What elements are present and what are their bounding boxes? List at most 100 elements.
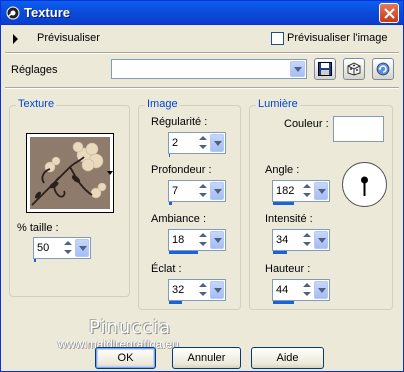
number-input[interactable]: 7 (168, 180, 226, 202)
spinner[interactable] (197, 231, 209, 249)
value-slider-fill (273, 301, 294, 304)
ok-button[interactable]: OK (95, 347, 156, 369)
angle-needle-icon (361, 176, 368, 196)
field-label: Régularité : (151, 116, 208, 128)
spin-up-icon[interactable] (62, 239, 74, 248)
spin-down-icon[interactable] (301, 240, 313, 249)
close-icon (384, 8, 395, 19)
light-group-title: Lumière (256, 98, 300, 110)
save-preset-button[interactable] (314, 58, 336, 80)
value-slider[interactable] (273, 301, 315, 304)
spin-down-icon[interactable] (301, 191, 313, 200)
angle-dial[interactable] (342, 162, 387, 207)
spin-down-icon[interactable] (197, 143, 209, 152)
chevron-down-icon[interactable] (314, 281, 328, 299)
chevron-down-icon[interactable] (210, 134, 224, 152)
spin-down-icon[interactable] (197, 240, 209, 249)
expand-arrow-icon[interactable] (13, 34, 18, 44)
light-color-swatch[interactable] (333, 116, 384, 142)
spinner[interactable] (197, 281, 209, 299)
number-value: 18 (172, 234, 185, 246)
value-slider[interactable] (169, 154, 211, 157)
spinner[interactable] (301, 182, 313, 200)
number-input[interactable]: 44 (272, 279, 330, 301)
number-input[interactable]: 2 (168, 132, 226, 154)
spinner[interactable] (197, 134, 209, 152)
spin-up-icon[interactable] (197, 182, 209, 191)
chevron-down-icon[interactable] (210, 182, 224, 200)
window-title: Texture (24, 5, 70, 20)
reset-button[interactable] (372, 58, 394, 80)
value-slider-fill (169, 154, 170, 157)
size-slider[interactable] (34, 259, 76, 262)
number-input[interactable]: 32 (168, 279, 226, 301)
spin-down-icon[interactable] (197, 290, 209, 299)
size-slider-fill (34, 259, 37, 262)
chevron-down-icon[interactable] (210, 231, 224, 249)
randomize-button[interactable] (343, 58, 365, 80)
number-value: 2 (172, 137, 179, 149)
value-slider-fill (169, 301, 182, 304)
preview-row: Prévisualiser Prévisualiser l'image (1, 26, 403, 52)
value-slider[interactable] (169, 301, 211, 304)
spinner[interactable] (301, 231, 313, 249)
texture-thumbnail[interactable] (26, 133, 114, 213)
number-value: 34 (276, 234, 289, 246)
spinner[interactable] (301, 281, 313, 299)
size-input[interactable]: 50 (33, 237, 91, 259)
value-slider-fill (169, 251, 199, 254)
image-group-title: Image (145, 98, 180, 110)
texture-dialog: Texture Prévisualiser Prévisualiser l'im… (0, 0, 404, 372)
size-value: 50 (37, 242, 50, 254)
title-bar[interactable]: Texture (1, 1, 403, 25)
spin-up-icon[interactable] (197, 281, 209, 290)
number-value: 44 (276, 284, 289, 296)
chevron-down-icon[interactable] (290, 61, 305, 77)
value-slider[interactable] (273, 202, 315, 205)
spin-up-icon[interactable] (197, 231, 209, 240)
field-label: Intensité : (265, 213, 313, 225)
color-label: Couleur : (284, 118, 329, 130)
chevron-down-icon[interactable] (314, 182, 328, 200)
number-value: 7 (172, 185, 179, 197)
number-value: 32 (172, 284, 185, 296)
help-button[interactable]: Aide (251, 347, 324, 369)
value-slider-fill (169, 202, 172, 205)
spin-up-icon[interactable] (301, 231, 313, 240)
floral-texture-image (30, 137, 110, 209)
number-input[interactable]: 34 (272, 229, 330, 251)
value-slider[interactable] (273, 251, 315, 254)
preview-image-label[interactable]: Prévisualiser l'image (287, 32, 388, 44)
chevron-down-icon[interactable] (314, 231, 328, 249)
value-slider[interactable] (169, 202, 211, 205)
cancel-button[interactable]: Annuler (172, 347, 241, 369)
close-button[interactable] (379, 3, 399, 23)
spin-down-icon[interactable] (197, 191, 209, 200)
spin-up-icon[interactable] (301, 182, 313, 191)
field-label: Profondeur : (151, 164, 212, 176)
number-input[interactable]: 18 (168, 229, 226, 251)
presets-label: Réglages (11, 64, 58, 76)
separator (5, 87, 399, 89)
number-input[interactable]: 182 (272, 180, 330, 202)
spinner[interactable] (197, 182, 209, 200)
preview-toggle-label[interactable]: Prévisualiser (37, 32, 100, 44)
spin-up-icon[interactable] (197, 134, 209, 143)
separator (5, 52, 399, 54)
spin-up-icon[interactable] (301, 281, 313, 290)
chevron-down-icon[interactable] (75, 239, 89, 257)
value-slider[interactable] (169, 251, 211, 254)
presets-dropdown[interactable] (111, 59, 307, 79)
spin-down-icon[interactable] (301, 290, 313, 299)
value-slider-fill (273, 251, 288, 254)
texture-dropdown-arrow-icon[interactable] (107, 171, 113, 175)
size-spinner[interactable] (62, 239, 74, 257)
field-label: Angle : (265, 164, 300, 176)
spin-down-icon[interactable] (62, 248, 74, 257)
field-label: Hauteur : (265, 263, 311, 275)
preview-image-checkbox[interactable] (271, 32, 284, 45)
floppy-disk-icon (318, 62, 332, 76)
texture-group-title: Texture (16, 98, 57, 110)
chevron-down-icon[interactable] (210, 281, 224, 299)
dice-icon (347, 62, 361, 76)
